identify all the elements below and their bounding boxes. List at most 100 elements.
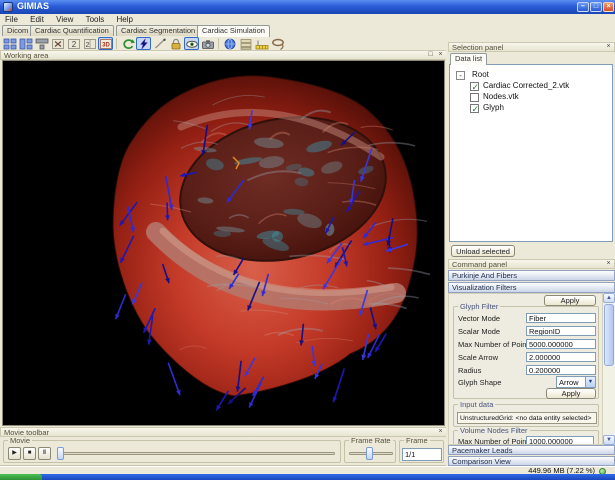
frame-rate-slider-thumb[interactable] bbox=[366, 447, 373, 460]
scroll-thumb[interactable] bbox=[604, 304, 614, 366]
scalar-mode-input[interactable]: RegionID bbox=[526, 326, 596, 336]
field-label: Scalar Mode bbox=[458, 327, 500, 336]
tree-item-label[interactable]: Glyph bbox=[483, 103, 504, 113]
tab-data-list[interactable]: Data list bbox=[450, 53, 487, 65]
tree-item-label[interactable]: Nodes.vtk bbox=[483, 92, 519, 102]
scale-arrow-input[interactable]: 2.000000 bbox=[526, 352, 596, 362]
section-purkinje-and-fibers[interactable]: Purkinje And Fibers bbox=[448, 270, 615, 281]
tab-cardiac-segmentation[interactable]: Cardiac Segmentation bbox=[116, 25, 200, 36]
lasso-icon[interactable] bbox=[270, 37, 285, 50]
windows-taskbar bbox=[0, 474, 615, 480]
view-close-icon[interactable] bbox=[50, 37, 65, 50]
menu-edit[interactable]: Edit bbox=[25, 14, 49, 25]
selection-panel-title: Selection panel bbox=[452, 43, 503, 52]
status-bar: 449.96 MB (7.22 %) bbox=[0, 466, 615, 474]
frame-rate-group: Frame Rate bbox=[344, 440, 396, 463]
selection-panel-close-icon[interactable]: × bbox=[604, 43, 613, 51]
layout-columns-icon[interactable] bbox=[18, 37, 33, 50]
glyph-shape-label: Glyph Shape bbox=[458, 378, 501, 387]
camera-icon[interactable] bbox=[200, 37, 215, 50]
chevron-down-icon[interactable]: ▼ bbox=[585, 377, 595, 387]
tree-root-label[interactable]: Root bbox=[472, 70, 489, 80]
measure-icon[interactable] bbox=[152, 37, 167, 50]
stop-icon[interactable]: ■ bbox=[23, 447, 36, 460]
play-icon[interactable]: ▶ bbox=[8, 447, 21, 460]
eye-icon[interactable] bbox=[184, 37, 199, 50]
menu-help[interactable]: Help bbox=[112, 14, 138, 25]
selection-panel-titlebar: Selection panel × bbox=[448, 42, 615, 52]
movie-group: Movie ▶ ■ ‖ bbox=[3, 440, 341, 463]
gimias-window: GIMIAS – □ × File Edit View Tools Help D… bbox=[0, 0, 615, 480]
data-tree: - Root Cardiac Corrected_2.vtk Nodes.vtk… bbox=[449, 64, 613, 242]
view-2x2-icon[interactable]: 2 bbox=[82, 37, 97, 50]
cardiac-mesh-render bbox=[3, 61, 444, 425]
working-area-maximize-icon[interactable]: □ bbox=[426, 51, 435, 59]
start-button[interactable] bbox=[0, 474, 42, 480]
section-pacemaker-leads[interactable]: Pacemaker Leads bbox=[448, 445, 615, 455]
lock-icon[interactable] bbox=[168, 37, 183, 50]
close-button[interactable]: × bbox=[603, 2, 614, 12]
section-comparison-view[interactable]: Comparison View bbox=[448, 456, 615, 466]
command-panel-close-icon[interactable]: × bbox=[604, 260, 613, 268]
svg-text:3D: 3D bbox=[102, 43, 110, 49]
tree-checkbox[interactable] bbox=[470, 82, 479, 91]
field-label: Vector Mode bbox=[458, 314, 500, 323]
input-data-field[interactable]: UnstructuredGrid: <no data entity select… bbox=[457, 412, 597, 424]
layers-icon[interactable] bbox=[238, 37, 253, 50]
menu-view[interactable]: View bbox=[51, 14, 78, 25]
landmarks-icon[interactable] bbox=[254, 37, 269, 50]
command-panel-title: Command panel bbox=[452, 260, 507, 269]
tree-checkbox[interactable] bbox=[470, 93, 479, 102]
working-area-titlebar: Working area □ × bbox=[0, 50, 447, 60]
glyph-filter-legend: Glyph Filter bbox=[458, 303, 500, 311]
glyph-shape-combo[interactable]: Arrow ▼ bbox=[556, 376, 596, 388]
menu-file[interactable]: File bbox=[0, 14, 23, 25]
toolbar-separator bbox=[218, 38, 219, 49]
field-label: Max Number of Points bbox=[458, 437, 532, 445]
vector-mode-input[interactable]: Fiber bbox=[526, 313, 596, 323]
frame-input[interactable]: 1/1 bbox=[402, 448, 442, 461]
field-label: Scale Arrow bbox=[458, 353, 498, 362]
maximize-button[interactable]: □ bbox=[590, 2, 602, 12]
apply-button-top[interactable]: Apply bbox=[544, 295, 596, 306]
working-area-close-icon[interactable]: × bbox=[436, 51, 445, 59]
movie-slider-thumb[interactable] bbox=[57, 447, 64, 460]
view-2d-icon[interactable]: 2 bbox=[66, 37, 81, 50]
radius-input[interactable]: 0.200000 bbox=[526, 365, 596, 375]
apply-button-glyph[interactable]: Apply bbox=[546, 388, 596, 399]
refresh-icon[interactable] bbox=[120, 37, 135, 50]
pause-icon[interactable]: ‖ bbox=[38, 447, 51, 460]
svg-text:2: 2 bbox=[72, 40, 77, 49]
input-data-groupbox: Input data UnstructuredGrid: <no data en… bbox=[453, 404, 599, 427]
panel-splitter[interactable] bbox=[446, 50, 448, 466]
menu-tools[interactable]: Tools bbox=[81, 14, 110, 25]
movie-slider-track[interactable] bbox=[59, 452, 335, 455]
movie-group-label: Movie bbox=[8, 437, 32, 445]
glyph-shape-value: Arrow bbox=[559, 378, 579, 387]
movie-toolbar-close-icon[interactable]: × bbox=[436, 428, 445, 436]
volume-filter-legend: Volume Nodes Filter bbox=[458, 427, 530, 435]
tree-expander-icon[interactable]: - bbox=[456, 71, 465, 80]
volume-max-points-input[interactable]: 1000.000000 bbox=[526, 436, 594, 445]
tree-item-label[interactable]: Cardiac Corrected_2.vtk bbox=[483, 81, 569, 91]
max-points-input[interactable]: 5000.000000 bbox=[526, 339, 596, 349]
layout-2x2-icon[interactable] bbox=[2, 37, 17, 50]
tab-cardiac-simulation[interactable]: Cardiac Simulation bbox=[197, 25, 270, 37]
tab-cardiac-quantification[interactable]: Cardiac Quantification bbox=[30, 25, 114, 36]
command-panel-titlebar: Command panel × bbox=[448, 259, 615, 269]
tree-checkbox[interactable] bbox=[470, 104, 479, 113]
globe-icon[interactable] bbox=[222, 37, 237, 50]
tab-dicom[interactable]: Dicom bbox=[2, 25, 33, 36]
scroll-down-icon[interactable]: ▼ bbox=[603, 435, 615, 445]
3d-viewport[interactable] bbox=[2, 60, 445, 426]
unload-selected-button[interactable]: Unload selected bbox=[451, 245, 515, 257]
toolbar-separator bbox=[116, 38, 117, 49]
minimize-button[interactable]: – bbox=[577, 2, 589, 12]
layout-rows-icon[interactable] bbox=[34, 37, 49, 50]
scroll-up-icon[interactable]: ▲ bbox=[603, 293, 615, 303]
main-toolbar: 2 2 3D bbox=[0, 37, 447, 50]
frame-group: Frame 1/1 bbox=[399, 440, 444, 463]
section-visualization-filters[interactable]: Visualization Filters bbox=[448, 282, 615, 293]
view-3d-icon[interactable]: 3D bbox=[98, 37, 113, 50]
lightning-icon[interactable] bbox=[136, 37, 151, 50]
